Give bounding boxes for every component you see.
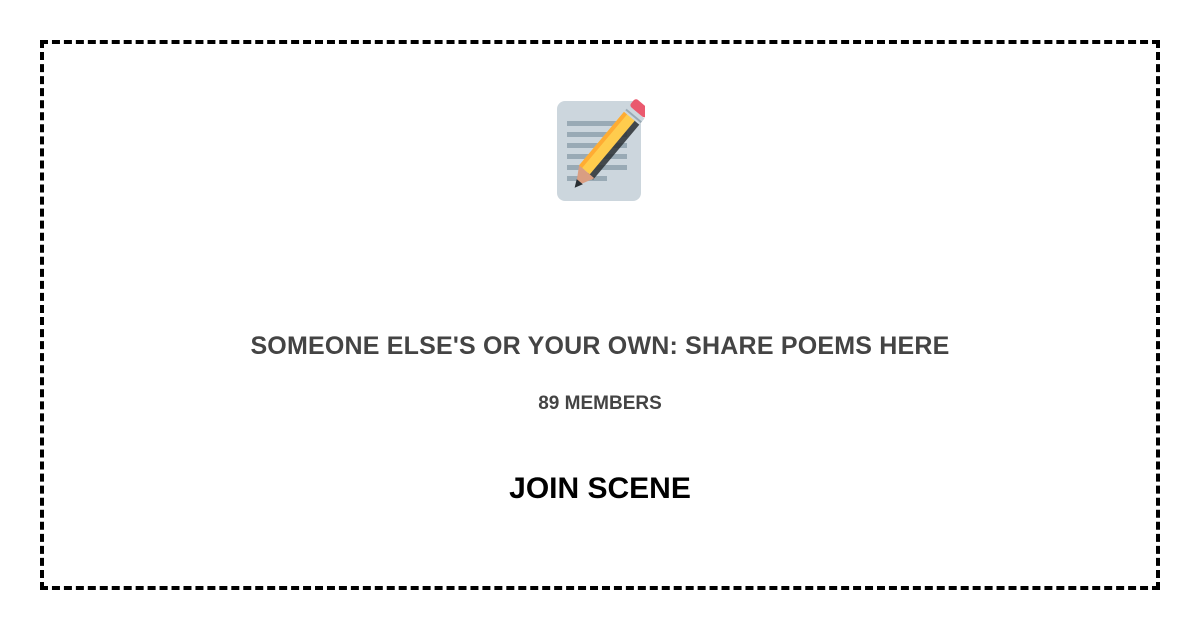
scene-card: SOMEONE ELSE'S OR YOUR OWN: SHARE POEMS … xyxy=(40,40,1160,590)
scene-title: SOMEONE ELSE'S OR YOUR OWN: SHARE POEMS … xyxy=(250,332,950,360)
memo-pencil-icon xyxy=(553,99,650,205)
member-count: 89 MEMBERS xyxy=(538,393,662,414)
join-scene-button[interactable]: JOIN SCENE xyxy=(500,472,700,506)
